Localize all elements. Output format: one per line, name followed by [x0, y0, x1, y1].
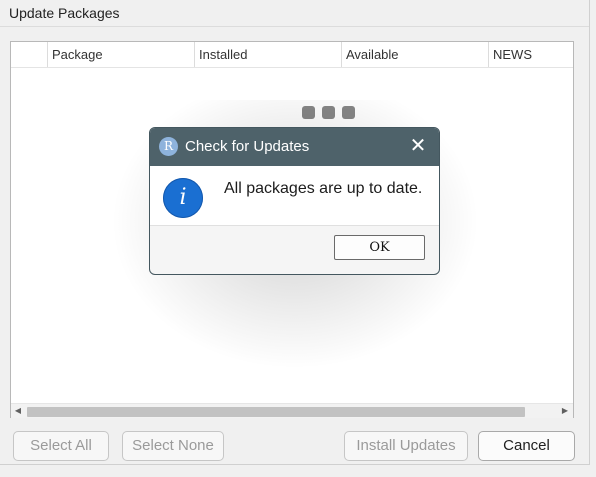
dialog-message: All packages are up to date. — [224, 180, 423, 197]
column-header-package[interactable]: Package — [47, 42, 194, 67]
close-icon[interactable]: ✕ — [408, 135, 428, 157]
cancel-button[interactable]: Cancel — [478, 431, 575, 461]
dialog-body: i All packages are up to date. — [150, 166, 439, 226]
dialog-title: Check for Updates — [185, 138, 310, 155]
install-updates-button[interactable]: Install Updates — [344, 431, 468, 461]
column-header-installed[interactable]: Installed — [194, 42, 341, 67]
scroll-left-arrow[interactable]: ◀ — [12, 405, 24, 417]
select-none-button[interactable]: Select None — [122, 431, 224, 461]
horizontal-scrollbar[interactable]: ◀ ▶ — [11, 403, 573, 418]
column-header-news[interactable]: NEWS — [488, 42, 573, 67]
dialog-titlebar: R Check for Updates ✕ — [150, 128, 439, 166]
table-header: Package Installed Available NEWS — [11, 42, 573, 68]
scrollbar-thumb[interactable] — [27, 407, 525, 417]
window-titlebar: Update Packages — [0, 0, 589, 27]
window-title: Update Packages — [9, 5, 120, 21]
select-column-header[interactable] — [11, 42, 47, 67]
check-for-updates-dialog: R Check for Updates ✕ i All packages are… — [149, 127, 440, 275]
r-logo-icon: R — [159, 137, 178, 156]
info-icon: i — [163, 178, 203, 218]
scroll-right-arrow[interactable]: ▶ — [559, 405, 571, 417]
select-all-button[interactable]: Select All — [13, 431, 109, 461]
ok-button[interactable]: OK — [334, 235, 425, 260]
column-header-available[interactable]: Available — [341, 42, 488, 67]
